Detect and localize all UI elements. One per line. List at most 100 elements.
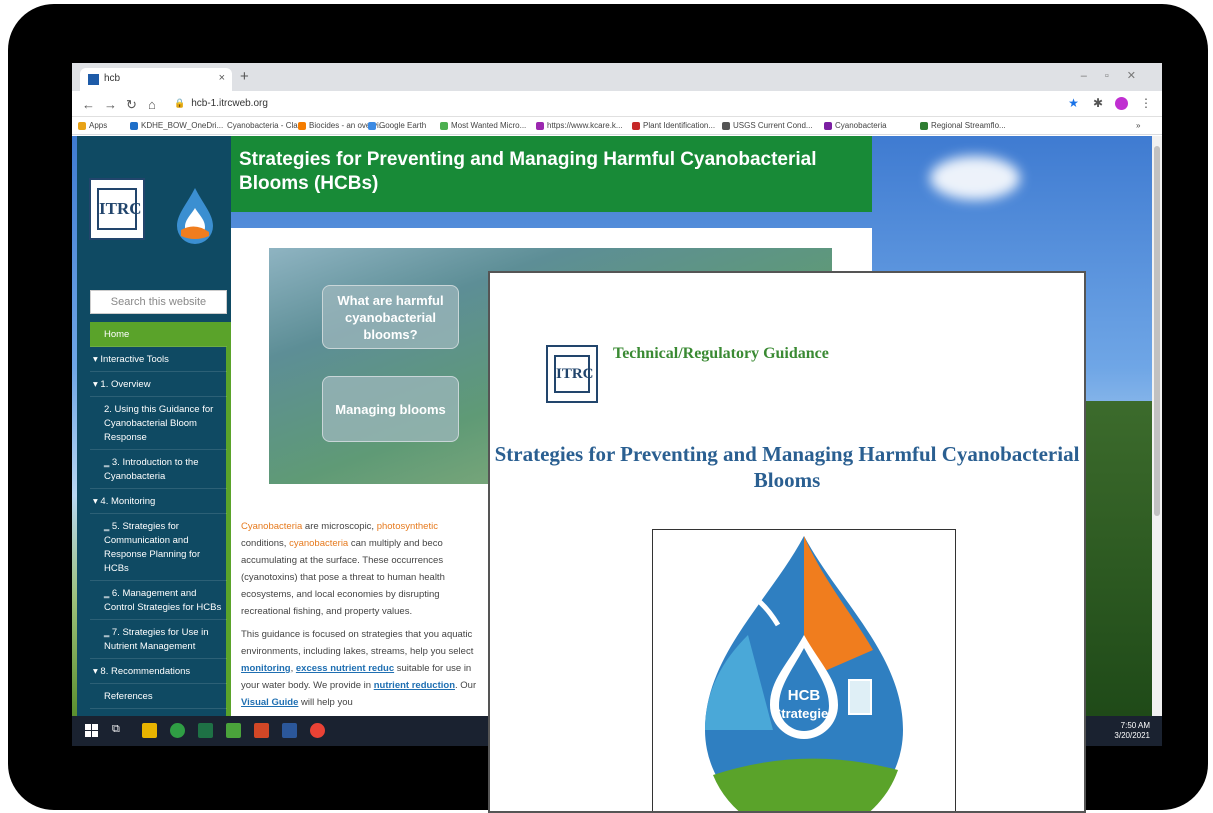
reload-icon[interactable]: ↻	[126, 97, 137, 113]
url-field[interactable]: 🔒 hcb-1.itrcweb.org	[174, 98, 268, 109]
bookmark-label: https://www.kcare.k...	[547, 121, 623, 130]
close-tab-icon[interactable]: ×	[219, 72, 225, 84]
bookmark-favicon-icon	[298, 121, 306, 130]
guidance-paragraph: This guidance is focused on strategies t…	[241, 629, 477, 708]
bookmark-item[interactable]: USGS Current Cond...	[722, 121, 813, 130]
hero-button-what-are-hcb[interactable]: What are harmful cyanobacterial blooms?	[322, 285, 459, 349]
sidebar-item-7[interactable]: ‗ 6. Management and Control Strategies f…	[90, 581, 227, 620]
back-arrow-icon[interactable]: ←	[82, 97, 95, 112]
doc-itrc-logo: ITRC	[546, 345, 598, 403]
sidebar-item-6[interactable]: ‗ 5. Strategies for Communication and Re…	[90, 514, 227, 581]
task-view-icon[interactable]: ⧉	[112, 723, 127, 738]
new-tab-button[interactable]: +	[240, 68, 249, 85]
bookmark-favicon-icon	[368, 121, 376, 130]
bookmark-item[interactable]: Cyanobacteria	[824, 121, 887, 130]
bookmark-favicon-icon	[440, 121, 448, 130]
sidebar-item-9[interactable]: ▾ 8. Recommendations	[90, 659, 227, 684]
sidebar-item-11[interactable]: ▾ Appendix	[90, 709, 227, 716]
link-excess-nutrient[interactable]: excess nutrient reduc	[296, 663, 394, 674]
window-controls[interactable]: –▫✕	[1081, 69, 1154, 82]
bookmark-label: USGS Current Cond...	[733, 121, 813, 130]
link-monitoring[interactable]: monitoring	[241, 663, 291, 674]
bookmark-favicon-icon	[824, 121, 832, 130]
file-explorer-icon[interactable]	[142, 723, 157, 738]
bookmark-label: Plant Identification...	[643, 121, 716, 130]
link-cyanobacteria-2[interactable]: cyanobacteria	[289, 538, 348, 549]
forward-arrow-icon[interactable]: →	[104, 97, 117, 112]
cloud-decoration	[930, 156, 1020, 200]
sidebar-item-8[interactable]: ‗ 7. Strategies for Use in Nutrient Mana…	[90, 620, 227, 659]
doc-itrc-logo-text: ITRC	[554, 355, 594, 393]
lock-icon: 🔒	[174, 98, 186, 108]
tab-title: hcb	[104, 73, 121, 84]
hcb-drop-logo-icon	[177, 188, 213, 244]
doc-technical-label: Technical/Regulatory Guidance	[613, 345, 829, 362]
doc-title: Strategies for Preventing and Managing H…	[494, 442, 1080, 492]
cover-label-strategies: Strategies	[773, 706, 836, 721]
app-icon[interactable]	[226, 723, 241, 738]
itrc-favicon-icon	[88, 74, 99, 85]
url-text: hcb-1.itrcweb.org	[191, 98, 268, 109]
itrc-logo-text: ITRC	[97, 188, 142, 230]
page-title: Strategies for Preventing and Managing H…	[231, 136, 872, 212]
word-icon[interactable]	[282, 723, 297, 738]
bookmarks-bar: Apps KDHE_BOW_OneDri... Cyanobacteria - Cl…	[72, 117, 1162, 135]
bookmark-label: Cyanobacteria	[835, 121, 887, 130]
bookmark-item[interactable]: Cyanobacteria - Cla...	[224, 121, 304, 130]
bookmark-label: Cyanobacteria - Cla...	[227, 121, 305, 130]
bookmark-favicon-icon	[130, 121, 138, 130]
excel-icon[interactable]	[198, 723, 213, 738]
doc-cover-image-box: HCB Strategies	[652, 529, 956, 811]
kebab-menu-icon[interactable]: ⋮	[1140, 96, 1152, 110]
hcb-strategies-drop-icon: HCB Strategies	[705, 536, 903, 811]
powerpoint-icon[interactable]	[254, 723, 269, 738]
bookmark-item[interactable]: Regional Streamflo...	[920, 121, 1006, 130]
bookmark-favicon-icon	[78, 121, 86, 130]
bookmark-label: Google Earth	[379, 121, 427, 130]
taskbar-clock[interactable]: 7:50 AM 3/20/2021	[1114, 721, 1150, 741]
bookmark-item[interactable]: Most Wanted Micro...	[440, 121, 526, 130]
extensions-area: ★ ✱ ⋮	[1068, 96, 1152, 111]
bookmark-star-icon[interactable]: ★	[1068, 96, 1079, 110]
sidebar-item-3[interactable]: 2. Using this Guidance for Cyanobacteria…	[90, 397, 227, 450]
sidebar-item-1[interactable]: ▾ Interactive Tools	[90, 347, 227, 372]
link-visual-guide[interactable]: Visual Guide	[241, 697, 298, 708]
scrollbar-thumb[interactable]	[1154, 146, 1160, 516]
itrc-logo[interactable]: ITRC	[89, 178, 145, 240]
bookmarks-overflow-button[interactable]: »	[1136, 121, 1140, 130]
page-scrollbar[interactable]	[1152, 136, 1162, 716]
bookmark-label: Regional Streamflo...	[931, 121, 1006, 130]
bookmark-item[interactable]: Google Earth	[368, 121, 426, 130]
tab-hcb[interactable]: hcb ×	[80, 68, 232, 91]
bookmark-item[interactable]: Apps	[78, 121, 107, 130]
clock-time: 7:50 AM	[1120, 721, 1150, 730]
trees-decoration	[1082, 401, 1162, 716]
sidebar-item-2[interactable]: ▾ 1. Overview	[90, 372, 227, 397]
bookmark-item[interactable]: KDHE_BOW_OneDri...	[130, 121, 223, 130]
bookmark-label: Most Wanted Micro...	[451, 121, 527, 130]
bookmark-label: KDHE_BOW_OneDri...	[141, 121, 224, 130]
hero-button-managing-blooms[interactable]: Managing blooms	[322, 376, 459, 442]
site-nav-menu: Home ▾ Interactive Tools ▾ 1. Overview 2. U…	[90, 322, 227, 716]
bookmark-item[interactable]: https://www.kcare.k...	[536, 121, 623, 130]
bookmark-item[interactable]: Plant Identification...	[632, 121, 715, 130]
cover-label-hcb: HCB	[788, 687, 821, 704]
site-sidebar: ITRC Search this website Home ▾ Interacti…	[77, 136, 231, 716]
puzzle-extensions-icon[interactable]: ✱	[1093, 96, 1103, 110]
chrome-active-icon[interactable]	[310, 723, 325, 738]
home-icon[interactable]: ⌂	[148, 97, 156, 112]
chrome-icon[interactable]	[170, 723, 185, 738]
bookmark-favicon-icon	[920, 121, 928, 130]
document-cover-overlay: ITRC Technical/Regulatory Guidance Strat…	[488, 271, 1086, 813]
sidebar-item-4[interactable]: ‗ 3. Introduction to the Cyanobacteria	[90, 450, 227, 489]
link-photosynthetic[interactable]: photosynthetic	[377, 521, 438, 532]
search-input[interactable]: Search this website	[90, 290, 227, 314]
link-cyanobacteria[interactable]: Cyanobacteria	[241, 521, 302, 532]
sidebar-item-5[interactable]: ▾ 4. Monitoring	[90, 489, 227, 514]
profile-avatar[interactable]	[1115, 97, 1128, 111]
windows-start-icon[interactable]	[84, 723, 99, 738]
sidebar-item-10[interactable]: References	[90, 684, 227, 709]
sidebar-item-0[interactable]: Home	[90, 322, 227, 347]
intro-paragraph: Cyanobacteria are microscopic, photosynt…	[241, 521, 445, 617]
link-nutrient-reduction[interactable]: nutrient reduction	[374, 680, 455, 691]
